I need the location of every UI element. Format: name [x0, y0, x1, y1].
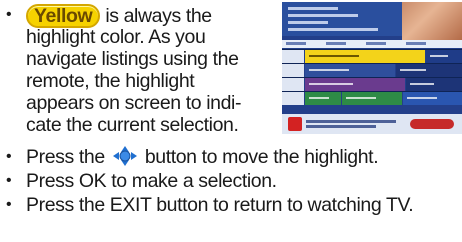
guide-time-bar — [282, 40, 462, 48]
bullet-text: Press the — [26, 146, 110, 168]
bullet-text: Press the EXIT button to return to watch… — [26, 194, 414, 216]
bullet-dot: • — [6, 196, 12, 213]
bullet-text: navigate listings using the — [26, 48, 239, 70]
guide-row — [282, 91, 462, 105]
guide-row — [282, 49, 462, 63]
guide-message-bar — [282, 114, 462, 134]
lock-icon — [288, 117, 302, 131]
video-preview — [402, 2, 462, 40]
bullet-text: highlight color. As you — [26, 26, 206, 48]
guide-header — [282, 2, 402, 36]
bullet-dot: • — [6, 148, 12, 165]
bullet-text: is always the — [100, 5, 212, 27]
bullet-text: cate the current selection. — [26, 114, 239, 136]
program-guide-screenshot — [282, 2, 462, 134]
bullet-text: remote, the highlight — [26, 70, 195, 92]
bullet-text: Press OK to make a selection. — [26, 170, 277, 192]
yellow-highlight-badge: Yellow — [26, 4, 101, 28]
directional-pad-icon — [112, 146, 137, 166]
guide-row — [282, 77, 462, 91]
guide-row — [282, 63, 462, 77]
bullet-dot: • — [6, 6, 12, 23]
guide-action-button — [410, 119, 454, 129]
bullet-text: appears on screen to indi- — [26, 92, 242, 114]
bullet-text: button to move the highlight. — [139, 146, 379, 168]
bullet-dot: • — [6, 172, 12, 189]
